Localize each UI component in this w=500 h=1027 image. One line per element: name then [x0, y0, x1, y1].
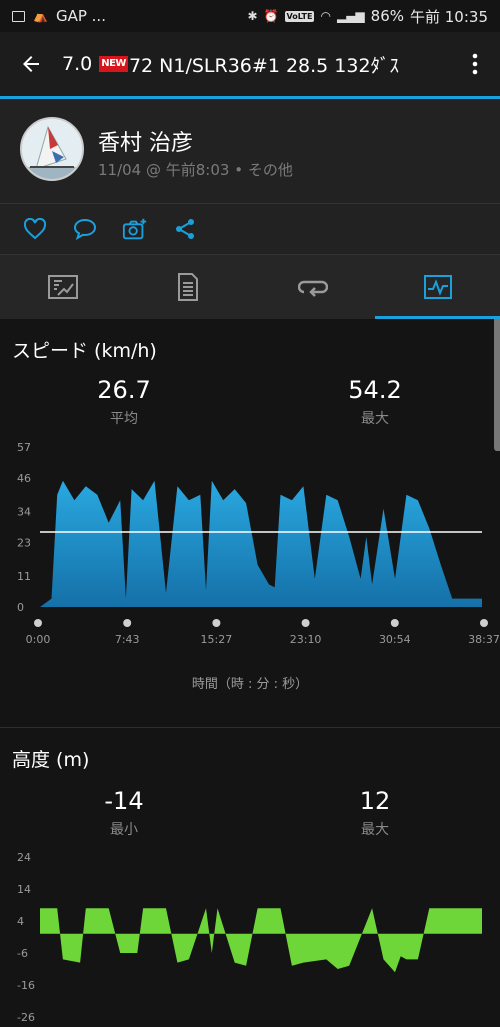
map-summary-icon: [47, 275, 78, 299]
speed-max-stat: 54.2 最大: [295, 376, 455, 428]
speed-average-label: 平均: [110, 411, 138, 427]
speed-max-value: 54.2: [348, 376, 402, 404]
arrow-back-icon: [23, 56, 39, 72]
status-left-text: GAP ...: [55, 7, 106, 25]
add-photo-button[interactable]: [122, 216, 148, 242]
altitude-min-value: -14: [104, 787, 144, 815]
wifi-icon: ◠: [320, 9, 331, 23]
status-bar: ⛺ GAP ... ✱ ⏰ VoLTE ◠ ▂▄▆ 86% 午前 10:35: [0, 0, 500, 32]
activity-date: 11/04 @ 午前8:03 • その他: [98, 161, 293, 179]
y-tick-label: 24: [17, 851, 31, 864]
comment-button[interactable]: [72, 216, 98, 242]
y-tick-label: 23: [17, 536, 31, 549]
altitude-title: 高度 (m): [12, 749, 90, 771]
title-prefix: 7.0: [62, 53, 93, 75]
y-tick-label: 0: [17, 601, 24, 614]
y-tick-label: 34: [17, 506, 31, 519]
activity-title: 7.0 NEW 72 N1/SLR36#1 28.5 132ﾀﾞｽ: [62, 51, 450, 78]
x-tick-label: 23:10: [290, 633, 322, 646]
clock: 午前 10:35: [410, 7, 488, 26]
x-tick-label: 15:27: [201, 633, 233, 646]
app-bar: 7.0 NEW 72 N1/SLR36#1 28.5 132ﾀﾞｽ: [0, 32, 500, 96]
tab-map[interactable]: [0, 255, 125, 319]
document-icon: [177, 273, 198, 301]
heart-icon: [23, 218, 47, 240]
altitude-max-value: 12: [359, 787, 391, 815]
x-tick-label: 0:00: [26, 633, 51, 646]
speed-area: [40, 480, 482, 607]
more-options-button[interactable]: [450, 32, 500, 96]
charts-panel[interactable]: スピード (km/h) 26.7 平均 54.2 最大 0 11 23 34 46 57 0…: [0, 319, 500, 1027]
back-button[interactable]: [0, 32, 62, 96]
x-tick-dot: [212, 619, 221, 627]
chart-icon: [423, 275, 452, 299]
tab-details[interactable]: [125, 255, 250, 319]
add-camera-icon: [122, 218, 147, 240]
speed-title: スピード (km/h): [12, 340, 157, 362]
section-separator: [0, 727, 500, 728]
speed-x-caption: 時間（時 : 分 : 秒）: [191, 677, 309, 692]
x-tick-dot: [301, 619, 310, 627]
altitude-area: [40, 908, 482, 973]
windsurf-photo-icon: [22, 119, 82, 179]
activity-tabs: [0, 255, 500, 319]
avatar[interactable]: [20, 117, 84, 181]
y-tick-label: 46: [17, 472, 31, 485]
x-tick-dot: [390, 619, 399, 627]
more-vert-icon: [472, 53, 478, 75]
x-tick-dot: [34, 619, 42, 627]
altitude-max-label: 最大: [361, 822, 389, 838]
speed-max-label: 最大: [361, 411, 389, 427]
signal-icon: ▂▄▆: [336, 9, 365, 23]
tab-laps[interactable]: [250, 255, 375, 319]
altitude-min-label: 最小: [110, 822, 138, 838]
altitude-max-stat: 12 最大: [295, 787, 455, 839]
battery-level: 86%: [370, 7, 404, 25]
volte-badge: VoLTE: [284, 10, 315, 22]
y-tick-label: -6: [17, 947, 28, 960]
x-tick-label: 7:43: [115, 633, 140, 646]
speed-average-stat: 26.7 平均: [44, 376, 204, 428]
y-tick-label: -16: [17, 979, 35, 992]
comment-icon: [73, 218, 97, 241]
y-tick-label: 11: [17, 570, 31, 583]
gallery-notification-icon: [12, 10, 25, 22]
bluetooth-icon: ✱: [247, 9, 258, 23]
speed-chart[interactable]: 0 11 23 34 46 57 0:00 7:43 15:27 23:10 30:54 38:37: [0, 437, 500, 657]
like-button[interactable]: [22, 216, 48, 242]
notification-icon: ⛺: [33, 9, 48, 23]
x-tick-label: 30:54: [379, 633, 411, 646]
altitude-min-stat: -14 最小: [44, 787, 204, 839]
alarm-icon: ⏰: [263, 9, 279, 23]
x-tick-dot: [123, 619, 132, 627]
share-icon: [176, 219, 194, 239]
x-tick-label: 38:37: [468, 633, 500, 646]
speed-average-value: 26.7: [97, 376, 151, 404]
tab-charts[interactable]: [375, 255, 500, 319]
title-suffix: 72 N1/SLR36#1 28.5 132ﾀﾞｽ: [128, 54, 400, 77]
y-tick-label: 4: [17, 915, 24, 928]
new-badge: NEW: [99, 56, 128, 72]
user-name[interactable]: 香村 治彦: [98, 125, 193, 157]
laps-icon: [297, 280, 328, 297]
scrollbar[interactable]: [494, 319, 500, 451]
y-tick-label: 14: [17, 883, 31, 896]
x-tick-dot: [480, 619, 488, 627]
share-button[interactable]: [172, 216, 198, 242]
action-bar: [0, 204, 500, 254]
altitude-chart[interactable]: -26 -16 -6 4 14 24: [0, 847, 500, 1027]
y-tick-label: -26: [17, 1011, 35, 1024]
activity-header: 香村 治彦 11/04 @ 午前8:03 • その他: [0, 99, 500, 203]
y-tick-label: 57: [17, 441, 31, 454]
